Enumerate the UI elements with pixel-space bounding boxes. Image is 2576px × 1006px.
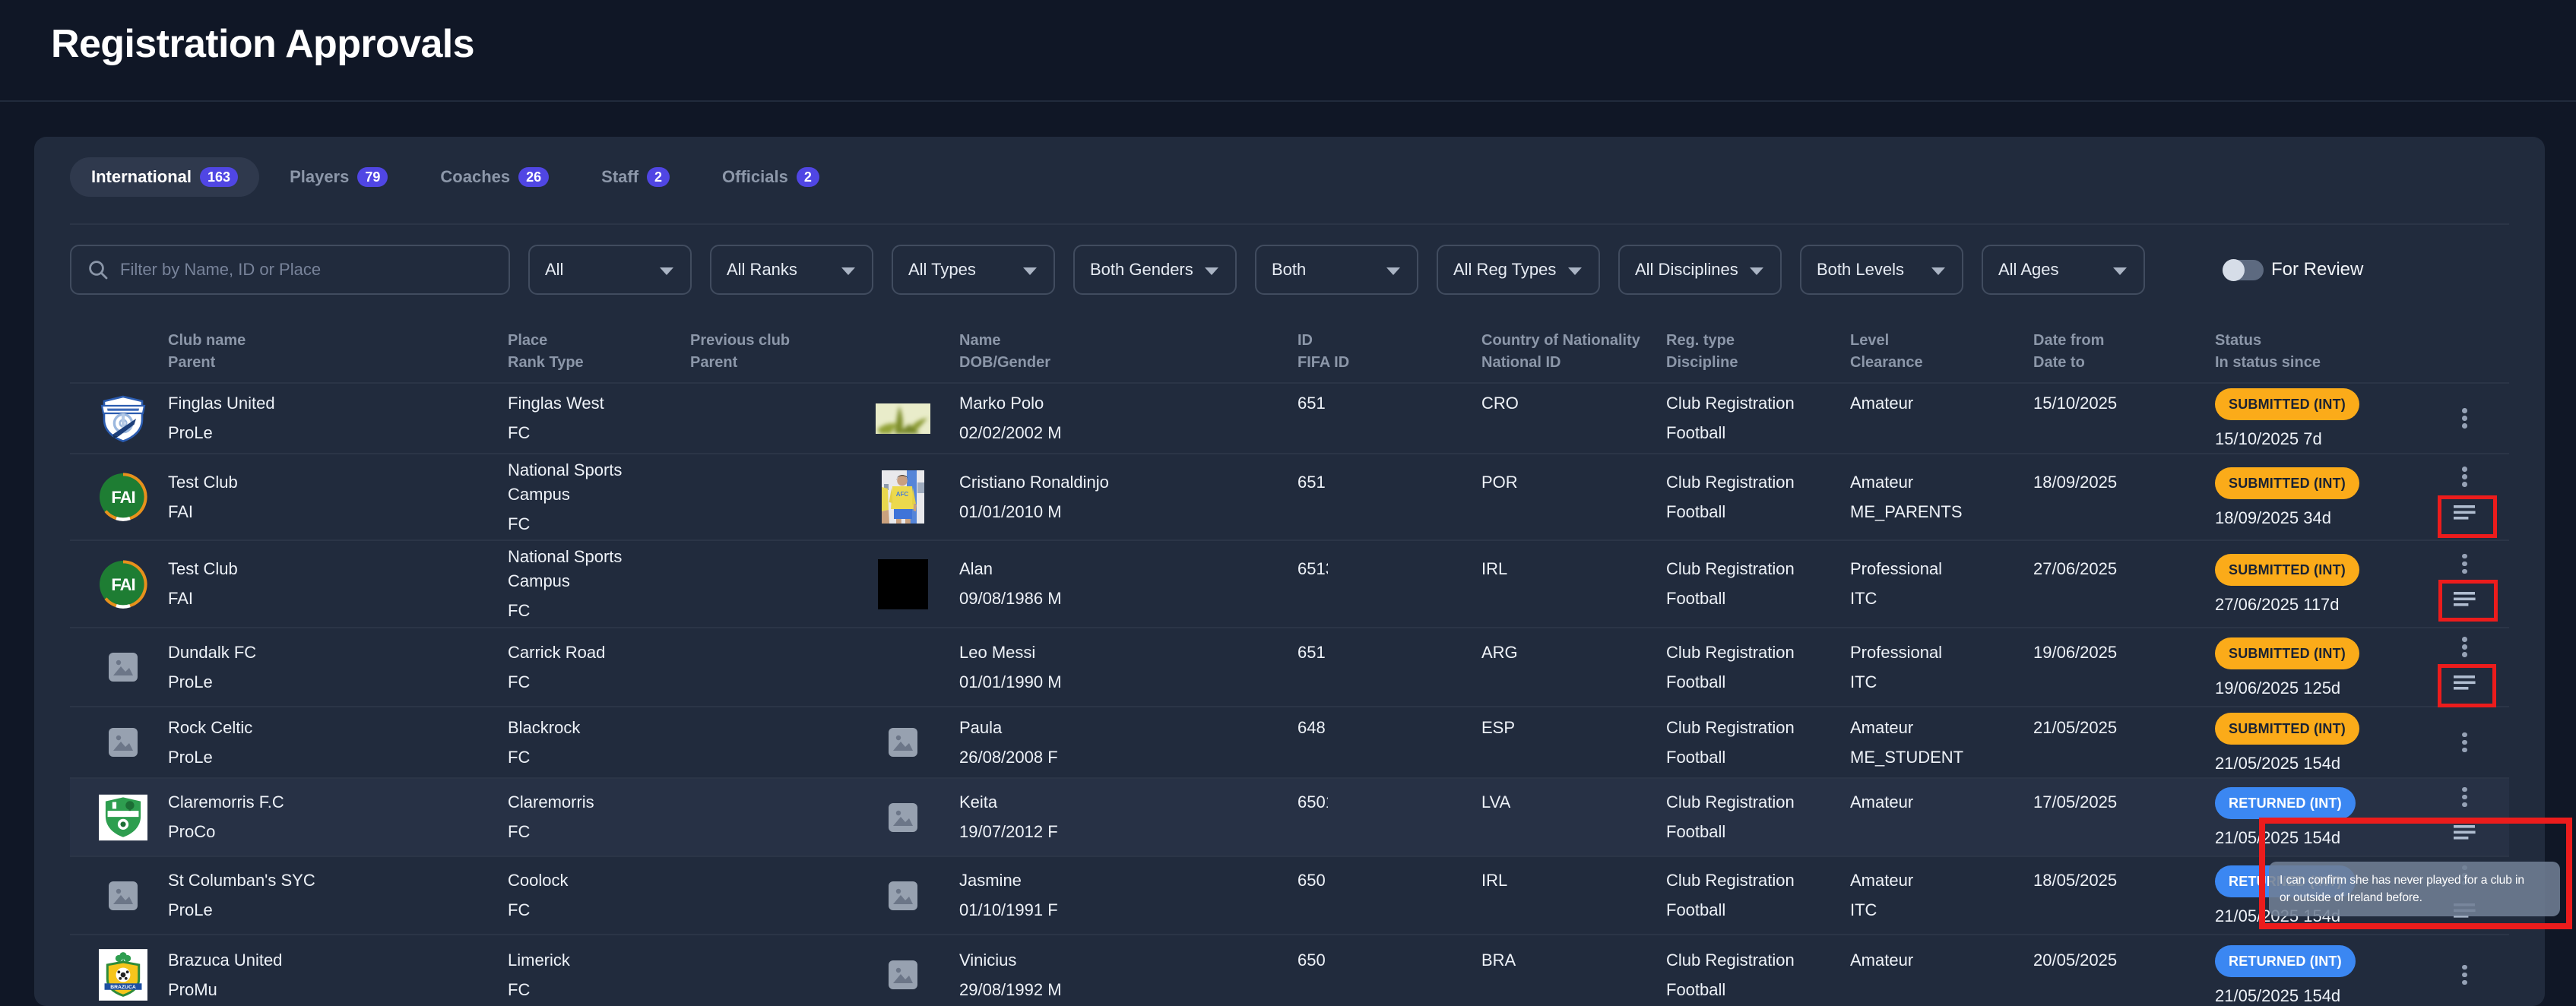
svg-text:BRAZUCA: BRAZUCA <box>110 985 136 990</box>
svg-text:FAI: FAI <box>111 575 135 594</box>
svg-text:FAI: FAI <box>111 488 135 507</box>
svg-text:AFC: AFC <box>896 491 909 498</box>
